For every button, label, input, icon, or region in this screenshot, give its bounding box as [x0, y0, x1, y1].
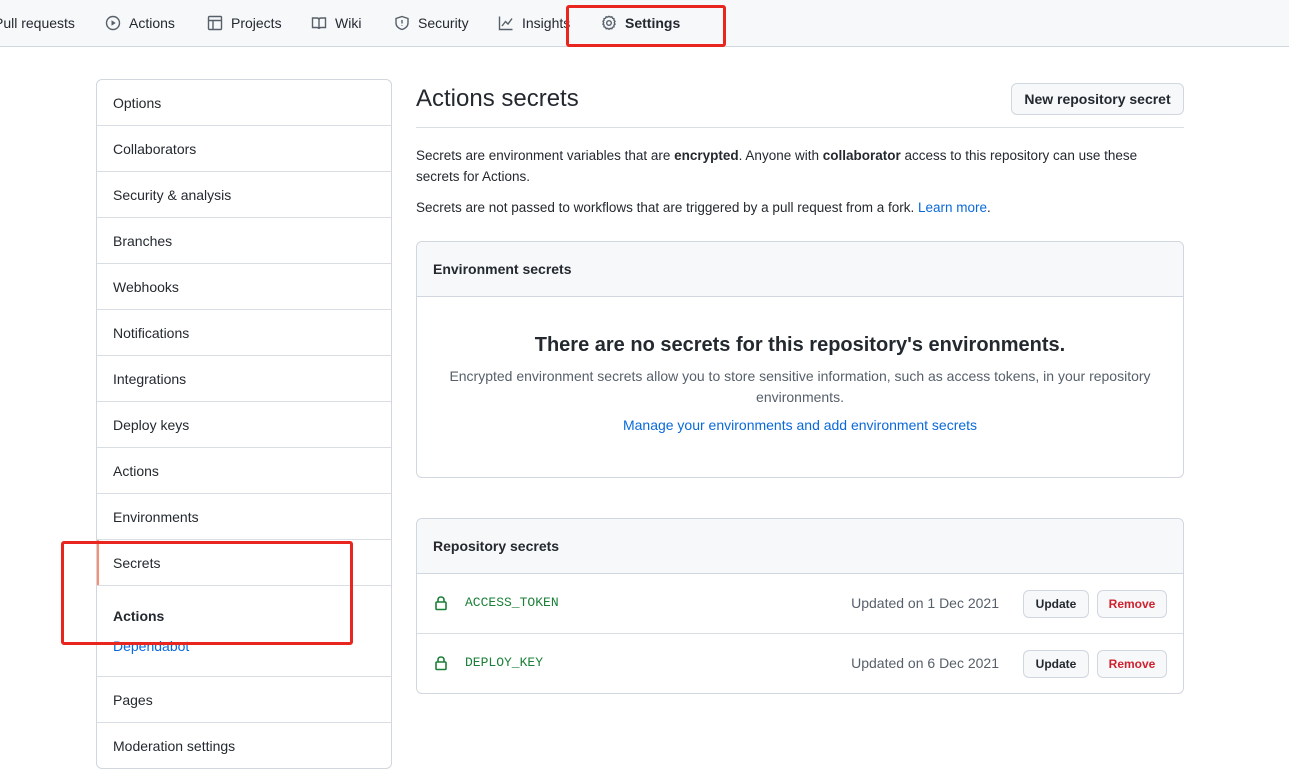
tab-label: Actions [129, 15, 175, 31]
play-icon [105, 15, 121, 31]
sidebar-item-label: Webhooks [113, 278, 179, 295]
tab-label: Settings [625, 15, 681, 31]
sidebar-secrets-submenu: Actions Dependabot [97, 586, 391, 677]
secret-row: DEPLOY_KEY Updated on 6 Dec 2021 Update … [417, 634, 1183, 693]
manage-environments-link[interactable]: Manage your environments and add environ… [417, 417, 1183, 433]
sidebar-item-notifications[interactable]: Notifications [97, 310, 391, 356]
environment-secrets-box: Environment secrets There are no secrets… [416, 241, 1184, 478]
sidebar-item-label: Security & analysis [113, 186, 232, 203]
shield-icon [395, 15, 409, 31]
sidebar-item-label: Moderation settings [113, 738, 236, 754]
sidebar-item-moderation-settings[interactable]: Moderation settings [97, 723, 391, 768]
lock-icon [433, 595, 449, 611]
desc-bold-collaborator: collaborator [822, 148, 901, 163]
secrets-description: Secrets are environment variables that a… [416, 145, 1156, 187]
main-content: Actions secrets New repository secret Se… [416, 79, 1184, 694]
sidebar-item-label: Actions [113, 462, 159, 479]
sidebar-item-pages[interactable]: Pages [97, 677, 391, 723]
remove-secret-button[interactable]: Remove [1097, 590, 1167, 618]
tab-actions[interactable]: Actions [105, 0, 175, 46]
fork-note: Secrets are not passed to workflows that… [416, 197, 1184, 218]
tab-insights[interactable]: Insights [498, 0, 570, 46]
tab-projects[interactable]: Projects [207, 0, 282, 46]
secret-updated-date: Updated on 6 Dec 2021 [851, 655, 999, 671]
sidebar-item-actions[interactable]: Actions [97, 448, 391, 494]
tab-pull-requests[interactable]: Pull requests [0, 0, 75, 46]
blankslate-text: Encrypted environment secrets allow you … [449, 368, 1151, 405]
sidebar-item-label: Collaborators [113, 140, 197, 157]
project-icon [207, 15, 223, 31]
secret-updated-date: Updated on 1 Dec 2021 [851, 595, 999, 611]
environment-secrets-blankslate: There are no secrets for this repository… [417, 297, 1183, 477]
tab-security[interactable]: Security [394, 0, 469, 46]
sidebar-item-collaborators[interactable]: Collaborators [97, 126, 391, 172]
desc-text: . Anyone with [738, 148, 823, 163]
new-repository-secret-button[interactable]: New repository secret [1011, 83, 1184, 115]
graph-icon [498, 16, 513, 31]
sidebar-item-environments[interactable]: Environments [97, 494, 391, 540]
sidebar-item-label: Deploy keys [113, 416, 190, 433]
sidebar-item-label: Pages [113, 691, 153, 708]
page-header: Actions secrets New repository secret [416, 79, 1184, 128]
gear-icon [602, 15, 616, 31]
page-title: Actions secrets [416, 85, 579, 112]
sidebar-item-deploy-keys[interactable]: Deploy keys [97, 402, 391, 448]
repository-secrets-box: Repository secrets ACCESS_TOKEN Updated … [416, 518, 1184, 694]
desc-text: . [987, 200, 991, 215]
learn-more-link[interactable]: Learn more [918, 200, 987, 215]
sidebar-item-label: Integrations [113, 370, 187, 387]
secret-name: ACCESS_TOKEN [465, 595, 559, 610]
blankslate-title: There are no secrets for this repository… [534, 334, 1066, 356]
tab-label: Projects [231, 15, 282, 31]
sidebar-item-secrets[interactable]: Secrets [97, 540, 391, 586]
sidebar-item-options[interactable]: Options [97, 80, 391, 126]
sidebar-item-label: Notifications [113, 324, 190, 341]
sidebar-item-label: Branches [113, 232, 173, 249]
secret-name: DEPLOY_KEY [465, 655, 544, 670]
sidebar-subitem-actions[interactable]: Actions [113, 608, 164, 624]
tab-label: Pull requests [0, 15, 75, 31]
desc-text: Secrets are environment variables that a… [416, 148, 675, 163]
sidebar-item-integrations[interactable]: Integrations [97, 356, 391, 402]
desc-text: Secrets are not passed to workflows that… [416, 200, 918, 215]
repository-secrets-header: Repository secrets [417, 519, 1183, 574]
sidebar-item-label: Environments [113, 508, 199, 525]
sidebar-item-branches[interactable]: Branches [97, 218, 391, 264]
book-icon [311, 17, 327, 30]
repo-nav: Pull requests Actions Projects Wiki Secu… [0, 0, 1289, 47]
sidebar-item-security-analysis[interactable]: Security & analysis [97, 172, 391, 218]
sidebar-subitem-dependabot[interactable]: Dependabot [113, 638, 189, 654]
lock-icon [433, 655, 449, 671]
tab-label: Security [418, 15, 469, 31]
sidebar-item-label: Options [113, 94, 162, 111]
tab-wiki[interactable]: Wiki [311, 0, 361, 46]
remove-secret-button[interactable]: Remove [1097, 650, 1167, 678]
desc-bold-encrypted: encrypted [674, 148, 739, 163]
update-secret-button[interactable]: Update [1023, 590, 1089, 618]
secret-row: ACCESS_TOKEN Updated on 1 Dec 2021 Updat… [417, 574, 1183, 634]
tab-settings[interactable]: Settings [592, 0, 689, 47]
tab-label: Wiki [335, 15, 362, 31]
sidebar-item-webhooks[interactable]: Webhooks [97, 264, 391, 310]
settings-sidebar: Options Collaborators Security & analysi… [96, 79, 392, 769]
sidebar-item-label: Secrets [113, 554, 161, 571]
tab-label: Insights [522, 15, 571, 31]
update-secret-button[interactable]: Update [1023, 650, 1089, 678]
environment-secrets-header: Environment secrets [417, 242, 1183, 297]
